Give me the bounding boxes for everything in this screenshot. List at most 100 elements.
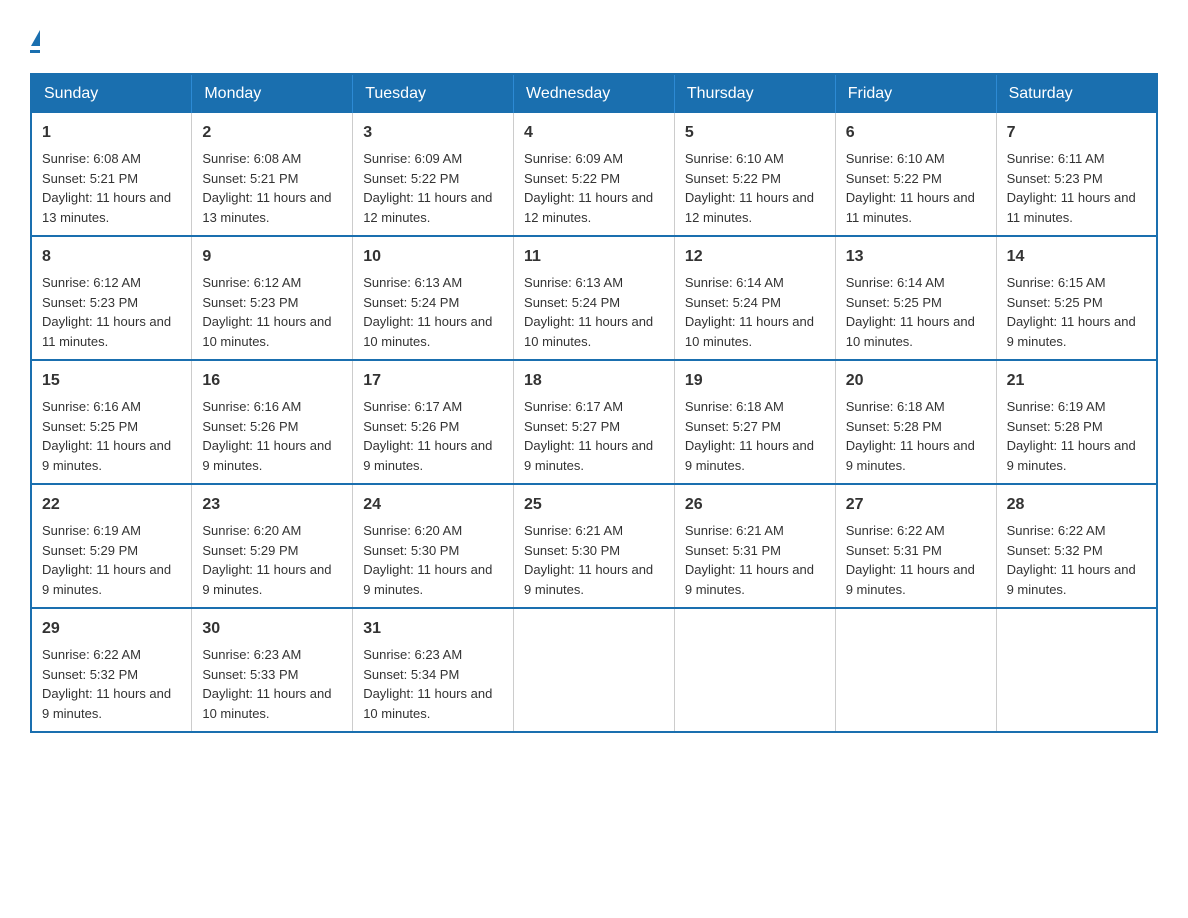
- daylight-info: Daylight: 11 hours and 10 minutes.: [363, 314, 492, 349]
- sunset-info: Sunset: 5:22 PM: [685, 171, 781, 186]
- daylight-info: Daylight: 11 hours and 9 minutes.: [524, 562, 653, 597]
- sunset-info: Sunset: 5:27 PM: [685, 419, 781, 434]
- day-number: 6: [846, 121, 986, 145]
- sunset-info: Sunset: 5:24 PM: [524, 295, 620, 310]
- sunrise-info: Sunrise: 6:13 AM: [524, 275, 623, 290]
- daylight-info: Daylight: 11 hours and 10 minutes.: [524, 314, 653, 349]
- sunset-info: Sunset: 5:26 PM: [363, 419, 459, 434]
- calendar-week-row: 22 Sunrise: 6:19 AM Sunset: 5:29 PM Dayl…: [31, 484, 1157, 608]
- sunrise-info: Sunrise: 6:14 AM: [685, 275, 784, 290]
- weekday-header-sunday: Sunday: [31, 74, 192, 113]
- sunrise-info: Sunrise: 6:22 AM: [42, 647, 141, 662]
- daylight-info: Daylight: 11 hours and 12 minutes.: [685, 190, 814, 225]
- calendar-cell: 30 Sunrise: 6:23 AM Sunset: 5:33 PM Dayl…: [192, 608, 353, 732]
- sunset-info: Sunset: 5:24 PM: [685, 295, 781, 310]
- daylight-info: Daylight: 11 hours and 9 minutes.: [42, 438, 171, 473]
- sunset-info: Sunset: 5:25 PM: [846, 295, 942, 310]
- calendar-week-row: 8 Sunrise: 6:12 AM Sunset: 5:23 PM Dayli…: [31, 236, 1157, 360]
- sunset-info: Sunset: 5:26 PM: [202, 419, 298, 434]
- day-number: 30: [202, 617, 342, 641]
- sunrise-info: Sunrise: 6:13 AM: [363, 275, 462, 290]
- sunrise-info: Sunrise: 6:10 AM: [846, 151, 945, 166]
- sunrise-info: Sunrise: 6:11 AM: [1007, 151, 1105, 166]
- sunrise-info: Sunrise: 6:23 AM: [202, 647, 301, 662]
- daylight-info: Daylight: 11 hours and 11 minutes.: [42, 314, 171, 349]
- sunrise-info: Sunrise: 6:22 AM: [846, 523, 945, 538]
- weekday-header-monday: Monday: [192, 74, 353, 113]
- day-number: 1: [42, 121, 181, 145]
- sunset-info: Sunset: 5:32 PM: [42, 667, 138, 682]
- day-number: 24: [363, 493, 503, 517]
- calendar-cell: 25 Sunrise: 6:21 AM Sunset: 5:30 PM Dayl…: [514, 484, 675, 608]
- calendar-cell: 28 Sunrise: 6:22 AM Sunset: 5:32 PM Dayl…: [996, 484, 1157, 608]
- daylight-info: Daylight: 11 hours and 9 minutes.: [685, 562, 814, 597]
- day-number: 14: [1007, 245, 1146, 269]
- calendar-cell: 21 Sunrise: 6:19 AM Sunset: 5:28 PM Dayl…: [996, 360, 1157, 484]
- calendar-table: SundayMondayTuesdayWednesdayThursdayFrid…: [30, 73, 1158, 733]
- sunset-info: Sunset: 5:28 PM: [1007, 419, 1103, 434]
- weekday-header-saturday: Saturday: [996, 74, 1157, 113]
- weekday-header-thursday: Thursday: [674, 74, 835, 113]
- sunrise-info: Sunrise: 6:23 AM: [363, 647, 462, 662]
- day-number: 17: [363, 369, 503, 393]
- daylight-info: Daylight: 11 hours and 9 minutes.: [1007, 438, 1136, 473]
- calendar-cell: [674, 608, 835, 732]
- calendar-cell: 22 Sunrise: 6:19 AM Sunset: 5:29 PM Dayl…: [31, 484, 192, 608]
- day-number: 16: [202, 369, 342, 393]
- sunrise-info: Sunrise: 6:22 AM: [1007, 523, 1106, 538]
- day-number: 12: [685, 245, 825, 269]
- day-number: 20: [846, 369, 986, 393]
- sunrise-info: Sunrise: 6:12 AM: [202, 275, 301, 290]
- daylight-info: Daylight: 11 hours and 10 minutes.: [202, 314, 331, 349]
- sunrise-info: Sunrise: 6:21 AM: [524, 523, 623, 538]
- calendar-cell: 20 Sunrise: 6:18 AM Sunset: 5:28 PM Dayl…: [835, 360, 996, 484]
- sunrise-info: Sunrise: 6:19 AM: [1007, 399, 1106, 414]
- calendar-cell: 19 Sunrise: 6:18 AM Sunset: 5:27 PM Dayl…: [674, 360, 835, 484]
- sunrise-info: Sunrise: 6:20 AM: [363, 523, 462, 538]
- day-number: 25: [524, 493, 664, 517]
- sunrise-info: Sunrise: 6:18 AM: [685, 399, 784, 414]
- day-number: 2: [202, 121, 342, 145]
- daylight-info: Daylight: 11 hours and 9 minutes.: [846, 438, 975, 473]
- calendar-cell: 8 Sunrise: 6:12 AM Sunset: 5:23 PM Dayli…: [31, 236, 192, 360]
- daylight-info: Daylight: 11 hours and 13 minutes.: [42, 190, 171, 225]
- day-number: 19: [685, 369, 825, 393]
- day-number: 3: [363, 121, 503, 145]
- calendar-cell: 15 Sunrise: 6:16 AM Sunset: 5:25 PM Dayl…: [31, 360, 192, 484]
- daylight-info: Daylight: 11 hours and 9 minutes.: [42, 562, 171, 597]
- calendar-week-row: 29 Sunrise: 6:22 AM Sunset: 5:32 PM Dayl…: [31, 608, 1157, 732]
- sunset-info: Sunset: 5:25 PM: [1007, 295, 1103, 310]
- sunrise-info: Sunrise: 6:08 AM: [42, 151, 141, 166]
- sunrise-info: Sunrise: 6:15 AM: [1007, 275, 1106, 290]
- calendar-week-row: 15 Sunrise: 6:16 AM Sunset: 5:25 PM Dayl…: [31, 360, 1157, 484]
- sunset-info: Sunset: 5:32 PM: [1007, 543, 1103, 558]
- sunrise-info: Sunrise: 6:20 AM: [202, 523, 301, 538]
- daylight-info: Daylight: 11 hours and 10 minutes.: [685, 314, 814, 349]
- daylight-info: Daylight: 11 hours and 9 minutes.: [202, 562, 331, 597]
- sunset-info: Sunset: 5:22 PM: [363, 171, 459, 186]
- day-number: 7: [1007, 121, 1146, 145]
- sunrise-info: Sunrise: 6:18 AM: [846, 399, 945, 414]
- calendar-cell: 2 Sunrise: 6:08 AM Sunset: 5:21 PM Dayli…: [192, 113, 353, 236]
- page-header: [30, 30, 1158, 53]
- calendar-cell: 18 Sunrise: 6:17 AM Sunset: 5:27 PM Dayl…: [514, 360, 675, 484]
- day-number: 29: [42, 617, 181, 641]
- day-number: 18: [524, 369, 664, 393]
- calendar-cell: 12 Sunrise: 6:14 AM Sunset: 5:24 PM Dayl…: [674, 236, 835, 360]
- day-number: 4: [524, 121, 664, 145]
- daylight-info: Daylight: 11 hours and 9 minutes.: [1007, 562, 1136, 597]
- weekday-header-tuesday: Tuesday: [353, 74, 514, 113]
- sunrise-info: Sunrise: 6:14 AM: [846, 275, 945, 290]
- sunrise-info: Sunrise: 6:16 AM: [202, 399, 301, 414]
- calendar-cell: 29 Sunrise: 6:22 AM Sunset: 5:32 PM Dayl…: [31, 608, 192, 732]
- day-number: 13: [846, 245, 986, 269]
- sunset-info: Sunset: 5:31 PM: [846, 543, 942, 558]
- sunset-info: Sunset: 5:23 PM: [1007, 171, 1103, 186]
- daylight-info: Daylight: 11 hours and 9 minutes.: [202, 438, 331, 473]
- daylight-info: Daylight: 11 hours and 9 minutes.: [846, 562, 975, 597]
- calendar-cell: 26 Sunrise: 6:21 AM Sunset: 5:31 PM Dayl…: [674, 484, 835, 608]
- sunset-info: Sunset: 5:23 PM: [42, 295, 138, 310]
- daylight-info: Daylight: 11 hours and 10 minutes.: [202, 686, 331, 721]
- sunrise-info: Sunrise: 6:09 AM: [363, 151, 462, 166]
- sunset-info: Sunset: 5:23 PM: [202, 295, 298, 310]
